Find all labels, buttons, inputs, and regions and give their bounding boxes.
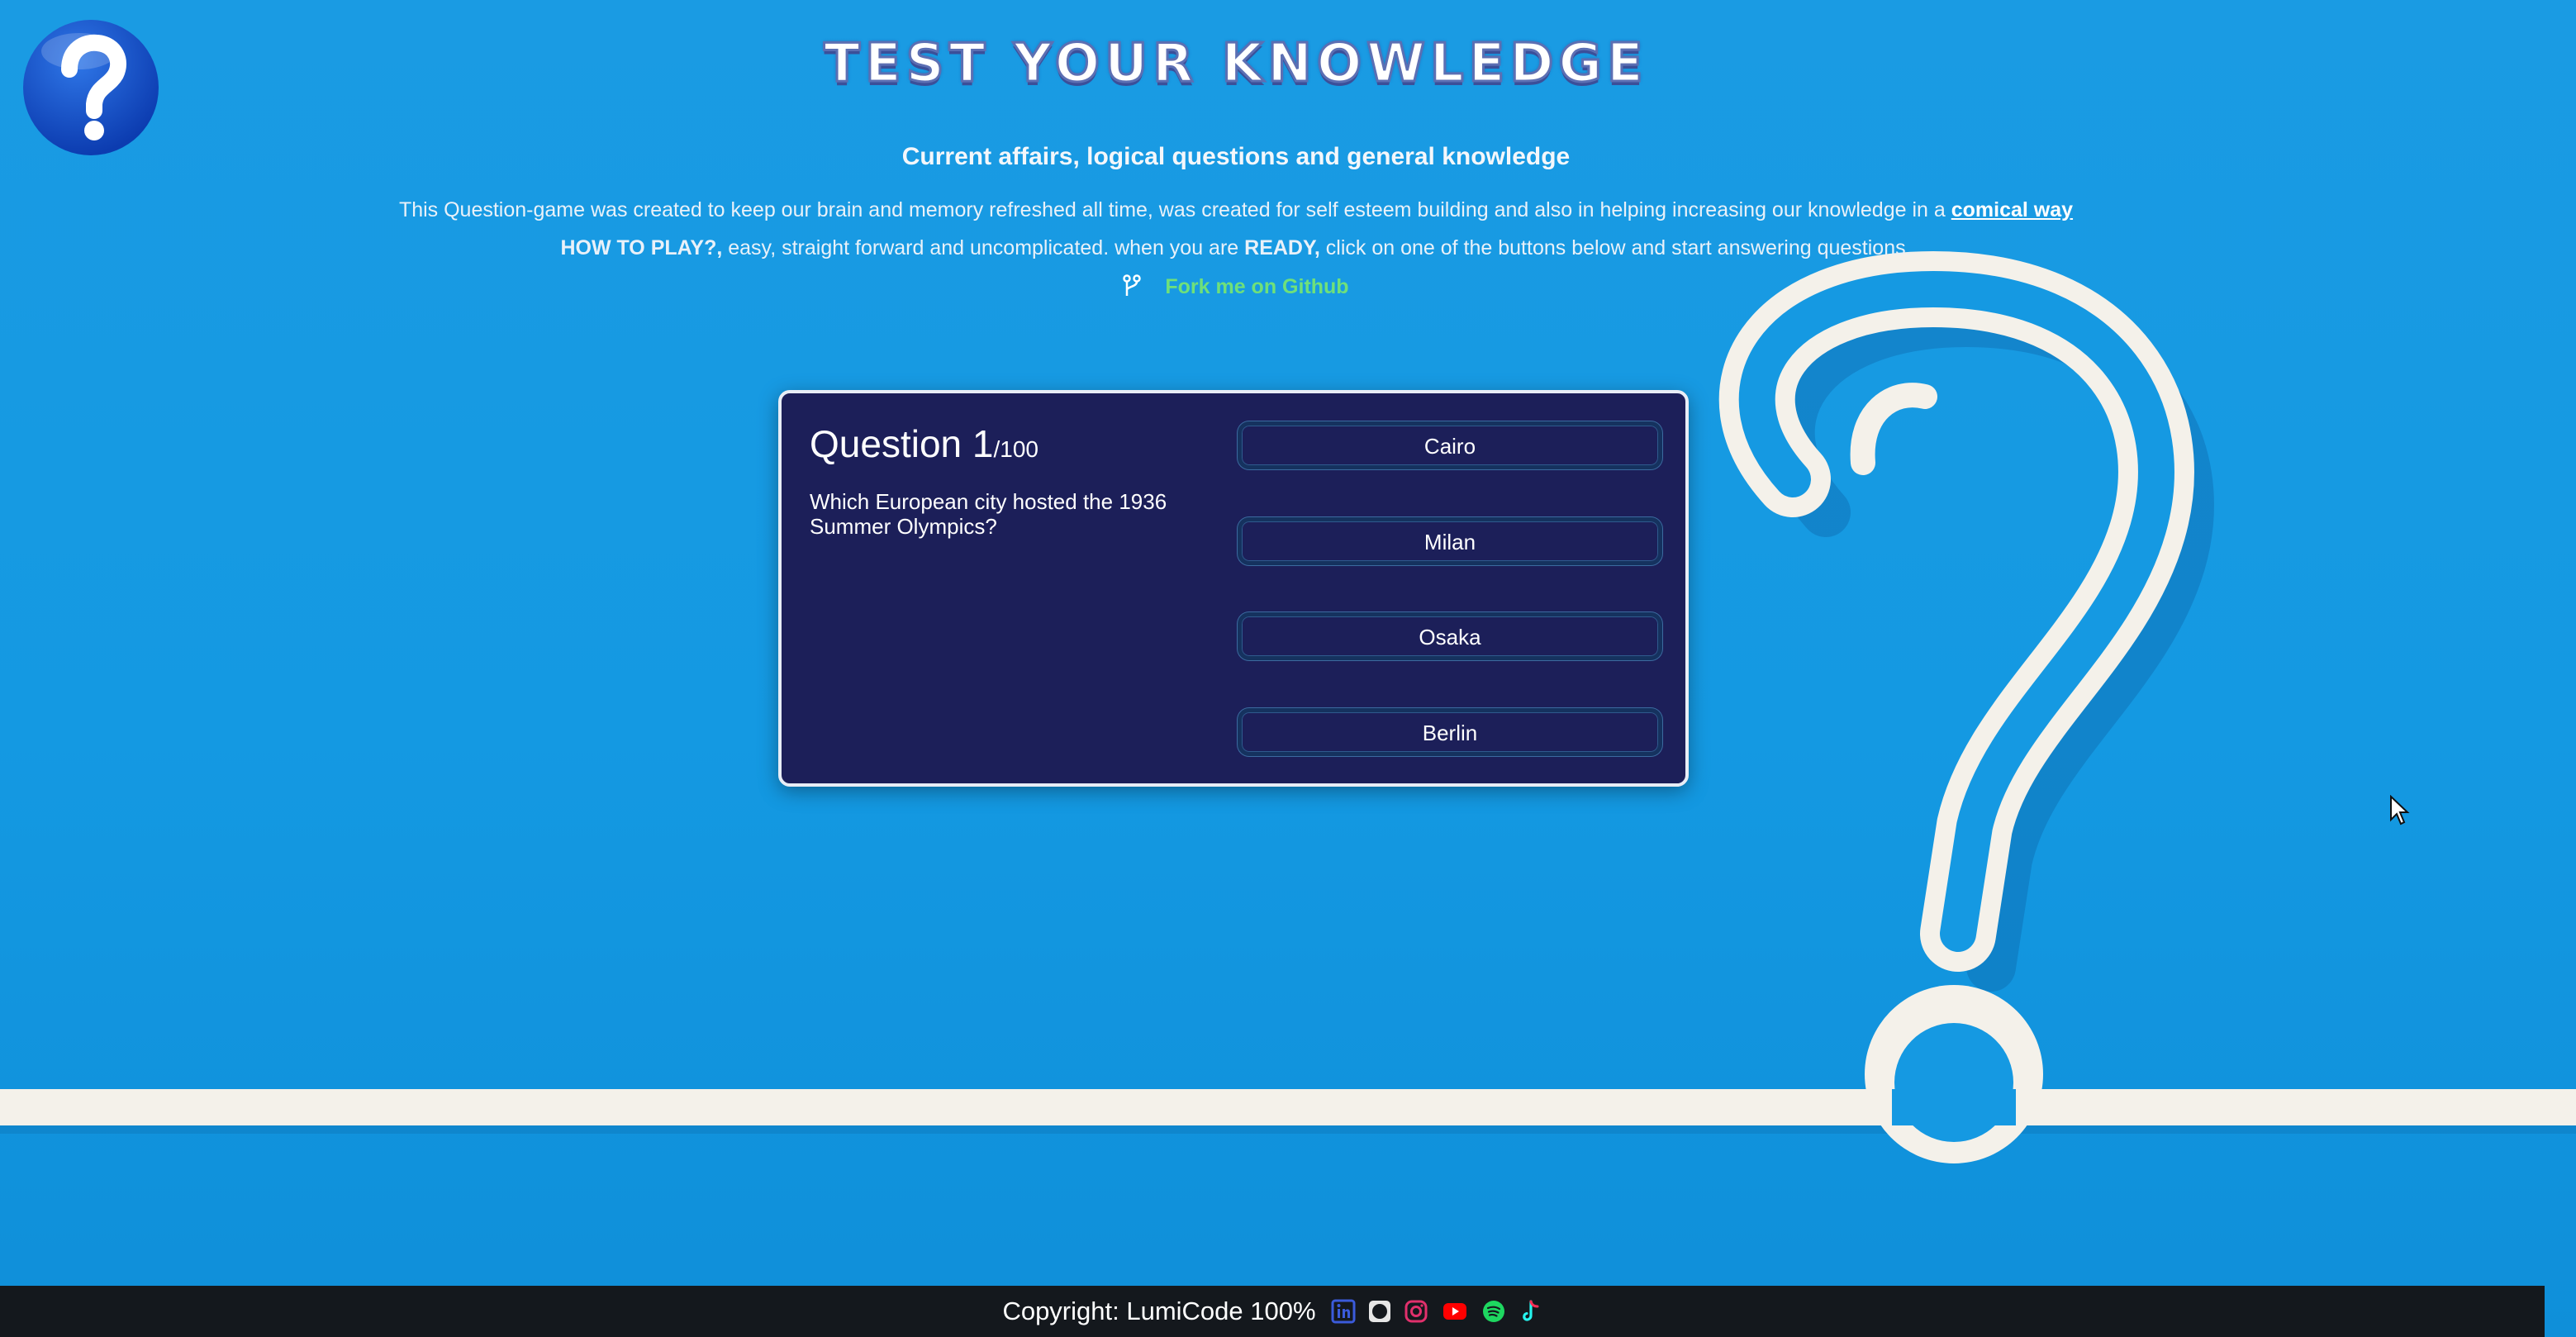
- ready-label: READY,: [1244, 236, 1320, 259]
- how-to-play-text-2: click on one of the buttons below and st…: [1325, 236, 1912, 259]
- spotify-icon[interactable]: [1481, 1299, 1506, 1324]
- intro-text: This Question-game was created to keep o…: [398, 198, 1946, 221]
- quiz-card: Question 1/100 Which European city hoste…: [778, 390, 1689, 787]
- tiktok-icon[interactable]: [1518, 1299, 1542, 1324]
- how-to-play-label: HOW TO PLAY?,: [560, 236, 723, 259]
- github-row: Fork me on Github: [0, 274, 2472, 299]
- page-title: TEST YOUR KNOWLEDGE: [823, 32, 1648, 96]
- answer-button-milan[interactable]: Milan: [1238, 517, 1662, 565]
- how-to-play-paragraph: HOW TO PLAY?, easy, straight forward and…: [0, 236, 2472, 260]
- answer-button-cairo[interactable]: Cairo: [1238, 421, 1662, 469]
- question-total: /100: [993, 436, 1038, 462]
- intro-paragraph: This Question-game was created to keep o…: [0, 198, 2472, 222]
- footer: Copyright: LumiCode 100%: [0, 1286, 2545, 1337]
- linkedin-icon[interactable]: [1331, 1299, 1356, 1324]
- how-to-play-text: easy, straight forward and uncomplicated…: [728, 236, 1239, 259]
- question-number: Question 1: [810, 422, 994, 465]
- youtube-icon[interactable]: [1440, 1299, 1470, 1324]
- github-icon[interactable]: [1367, 1299, 1392, 1324]
- question-heading: Question 1/100: [810, 421, 1038, 466]
- question-text: Which European city hosted the 1936 Summ…: [810, 489, 1167, 539]
- mouse-cursor-icon: [2390, 795, 2410, 826]
- git-fork-icon: [1123, 274, 1142, 296]
- comical-way-link[interactable]: comical way: [1951, 198, 2073, 221]
- page-subtitle: Current affairs, logical questions and g…: [901, 143, 1571, 170]
- fork-github-link[interactable]: Fork me on Github: [1165, 275, 1348, 298]
- answer-button-osaka[interactable]: Osaka: [1238, 612, 1662, 660]
- answer-button-berlin[interactable]: Berlin: [1238, 708, 1662, 756]
- copyright-text: Copyright: LumiCode 100%: [1002, 1297, 1316, 1325]
- instagram-icon[interactable]: [1404, 1299, 1428, 1324]
